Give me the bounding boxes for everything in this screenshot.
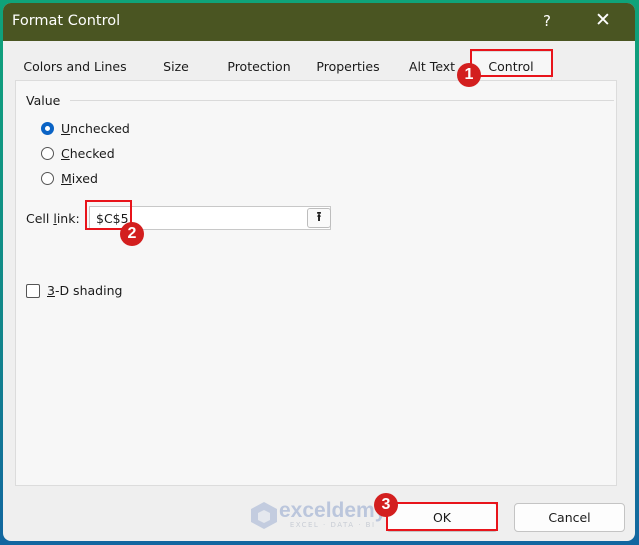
checkbox-label: -D shading bbox=[54, 283, 123, 298]
radio-empty-icon[interactable] bbox=[41, 147, 54, 160]
tab-protection[interactable]: Protection bbox=[216, 53, 303, 80]
step-badge-3: 3 bbox=[374, 493, 398, 517]
3d-shading-checkbox[interactable]: 3-D shading bbox=[26, 283, 122, 298]
tab-size[interactable]: Size bbox=[136, 53, 217, 80]
control-tab-panel: Value Unchecked Checked Mixed Cell link:… bbox=[15, 80, 617, 486]
radio-checked[interactable]: Checked bbox=[41, 146, 115, 161]
upload-arrow-icon: ⭱ bbox=[316, 210, 322, 225]
radio-label: nchecked bbox=[70, 121, 130, 136]
radio-label: hecked bbox=[69, 146, 115, 161]
tab-colors-and-lines[interactable]: Colors and Lines bbox=[14, 53, 137, 80]
accel-key: 3 bbox=[47, 283, 55, 298]
radio-label: ixed bbox=[71, 171, 98, 186]
watermark-tagline: EXCEL · DATA · BI bbox=[289, 521, 376, 529]
watermark-brand: exceldemy bbox=[279, 499, 387, 522]
dialog-title: Format Control bbox=[12, 13, 121, 29]
format-control-dialog: Format Control ? ✕ Colors and Lines Size… bbox=[3, 3, 635, 541]
step-badge-2: 2 bbox=[120, 222, 144, 246]
watermark-logo-icon bbox=[251, 502, 277, 529]
tab-properties[interactable]: Properties bbox=[302, 53, 395, 80]
watermark: exceldemy EXCEL · DATA · BI bbox=[249, 500, 386, 530]
accel-key: U bbox=[61, 121, 71, 136]
cell-link-label: Cell link: bbox=[26, 211, 80, 226]
title-bar: Format Control ? ✕ bbox=[3, 3, 635, 41]
label-text: Cell bbox=[26, 211, 54, 226]
collapse-dialog-button[interactable]: ⭱ bbox=[307, 208, 331, 228]
help-button[interactable]: ? bbox=[543, 12, 551, 30]
close-button[interactable]: ✕ bbox=[595, 9, 611, 31]
ok-button[interactable]: OK bbox=[386, 503, 498, 532]
step-badge-1: 1 bbox=[457, 63, 481, 87]
label-text: ink: bbox=[56, 211, 80, 226]
tab-control[interactable]: Control bbox=[470, 51, 552, 82]
value-group-label: Value bbox=[26, 93, 61, 108]
radio-empty-icon[interactable] bbox=[41, 172, 54, 185]
cancel-button[interactable]: Cancel bbox=[514, 503, 625, 532]
group-divider bbox=[70, 100, 614, 101]
radio-selected-icon[interactable] bbox=[41, 122, 54, 135]
accel-key: M bbox=[61, 171, 72, 186]
radio-mixed[interactable]: Mixed bbox=[41, 171, 98, 186]
radio-unchecked[interactable]: Unchecked bbox=[41, 121, 130, 136]
accel-key: C bbox=[61, 146, 70, 161]
checkbox-icon[interactable] bbox=[26, 283, 40, 298]
